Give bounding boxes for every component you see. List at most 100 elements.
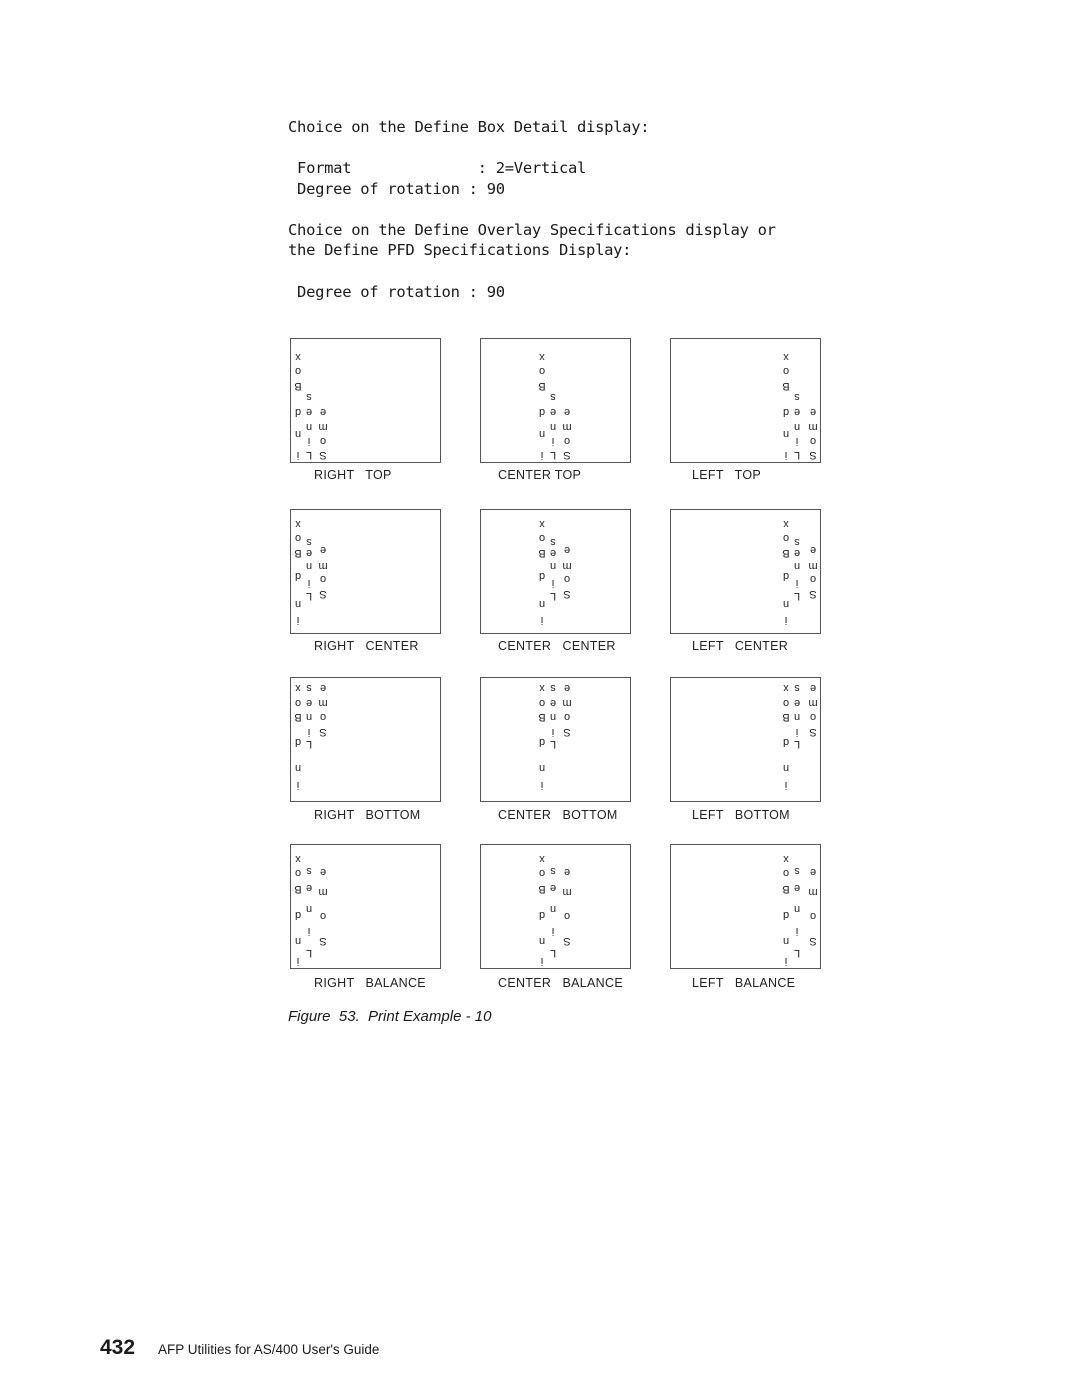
rotated-glyph: n [549,560,557,572]
rotated-glyph: S [809,935,817,947]
rotated-glyph: d [538,736,546,748]
rotated-glyph: i [551,726,555,738]
alignment-box-right-bottom: xoBdniseniLemoS [290,677,441,802]
rotated-glyph: e [793,697,801,709]
rotated-glyph: o [563,435,571,447]
rotated-glyph: o [538,867,546,879]
rotated-glyph: e [319,866,327,878]
rotated-glyph: L [793,947,801,959]
rotated-glyph: o [319,910,327,922]
rotated-glyph: e [305,406,313,418]
rotated-glyph: o [319,711,327,723]
rotated-glyph: e [793,882,801,894]
rotated-glyph: n [538,598,546,610]
rotated-glyph: d [294,406,302,418]
rotated-glyph: n [793,903,801,915]
rotated-glyph: i [784,449,788,461]
rotated-glyph: B [782,883,790,895]
rotated-glyph: B [538,380,546,392]
rotated-glyph: n [305,711,313,723]
format-line: Format : 2=Vertical [288,159,587,177]
rotated-glyph: e [305,697,313,709]
rotated-glyph: e [319,406,327,418]
rotated-glyph: L [305,590,313,602]
rotated-glyph: s [550,865,556,877]
alignment-box-center-top: xoBdniseniLemoS [480,338,631,463]
box-label: CENTER BALANCE [498,976,623,990]
rotated-glyph: x [783,853,789,865]
rotated-glyph: L [305,449,313,461]
rotated-glyph: n [782,762,790,774]
book-title: AFP Utilities for AS/400 User's Guide [158,1342,380,1357]
rotated-glyph: n [294,935,302,947]
rotated-glyph: i [296,614,300,626]
rotated-glyph: e [809,406,817,418]
rotated-glyph: o [538,532,546,544]
rotated-glyph: n [782,935,790,947]
box-label: CENTER TOP [498,468,582,482]
rotated-glyph: S [809,588,817,600]
rotated-glyph: m [318,697,328,709]
rotated-glyph: i [540,449,544,461]
rotated-glyph: s [794,391,800,403]
box-label: CENTER BOTTOM [498,808,618,822]
rotated-glyph: n [305,903,313,915]
rotated-glyph: i [307,435,311,447]
rotated-glyph: S [319,449,327,461]
rotated-glyph: e [549,547,557,559]
rotated-glyph: i [296,955,300,967]
rotated-glyph: o [782,697,790,709]
rotated-glyph: i [795,577,799,589]
box-label: LEFT CENTER [692,639,789,653]
rotated-glyph: s [306,682,312,694]
rotated-glyph: e [563,682,571,694]
rotated-glyph: d [538,909,546,921]
rotated-glyph: e [809,544,817,556]
rotated-glyph: n [294,428,302,440]
alignment-box-left-center: xoBdniseniLemoS [670,509,821,634]
rotated-glyph: s [550,682,556,694]
alignment-box-right-center: xoBdniseniLemoS [290,509,441,634]
rotated-glyph: d [538,570,546,582]
rotated-glyph: B [782,711,790,723]
rotated-glyph: e [319,544,327,556]
rotated-glyph: x [539,518,545,530]
rotated-glyph: e [563,866,571,878]
rotated-glyph: B [538,711,546,723]
alignment-box-left-balance: xoBdniseniLemoS [670,844,821,969]
rotated-glyph: x [539,853,545,865]
box-label: LEFT BALANCE [692,976,796,990]
rotated-glyph: e [319,682,327,694]
rotated-glyph: o [294,697,302,709]
rotated-glyph: o [809,711,817,723]
rotated-glyph: n [538,428,546,440]
rotated-glyph: e [549,406,557,418]
rotated-glyph: s [550,391,556,403]
rotated-glyph: i [540,614,544,626]
rotated-glyph: i [784,955,788,967]
rotated-glyph: i [540,779,544,791]
rotated-glyph: m [808,886,818,898]
rotated-glyph: o [294,867,302,879]
rotated-glyph: d [782,570,790,582]
rotated-glyph: x [539,682,545,694]
rotated-glyph: e [563,406,571,418]
rotated-glyph: S [319,935,327,947]
rotated-glyph: L [549,449,557,461]
rotated-glyph: o [809,573,817,585]
rotated-glyph: s [550,536,556,548]
rotated-glyph: e [809,682,817,694]
rotated-glyph: o [809,435,817,447]
rotated-glyph: m [808,421,818,433]
rotated-glyph: B [782,380,790,392]
rotated-glyph: L [549,738,557,750]
alignment-box-left-bottom: xoBdniseniLemoS [670,677,821,802]
rotated-glyph: n [538,762,546,774]
rotated-glyph: o [563,910,571,922]
rotated-glyph: n [793,421,801,433]
rotated-glyph: n [538,935,546,947]
rotated-glyph: i [784,614,788,626]
rotated-glyph: B [294,547,302,559]
rotated-glyph: x [783,351,789,363]
alignment-box-center-balance: xoBdniseniLemoS [480,844,631,969]
